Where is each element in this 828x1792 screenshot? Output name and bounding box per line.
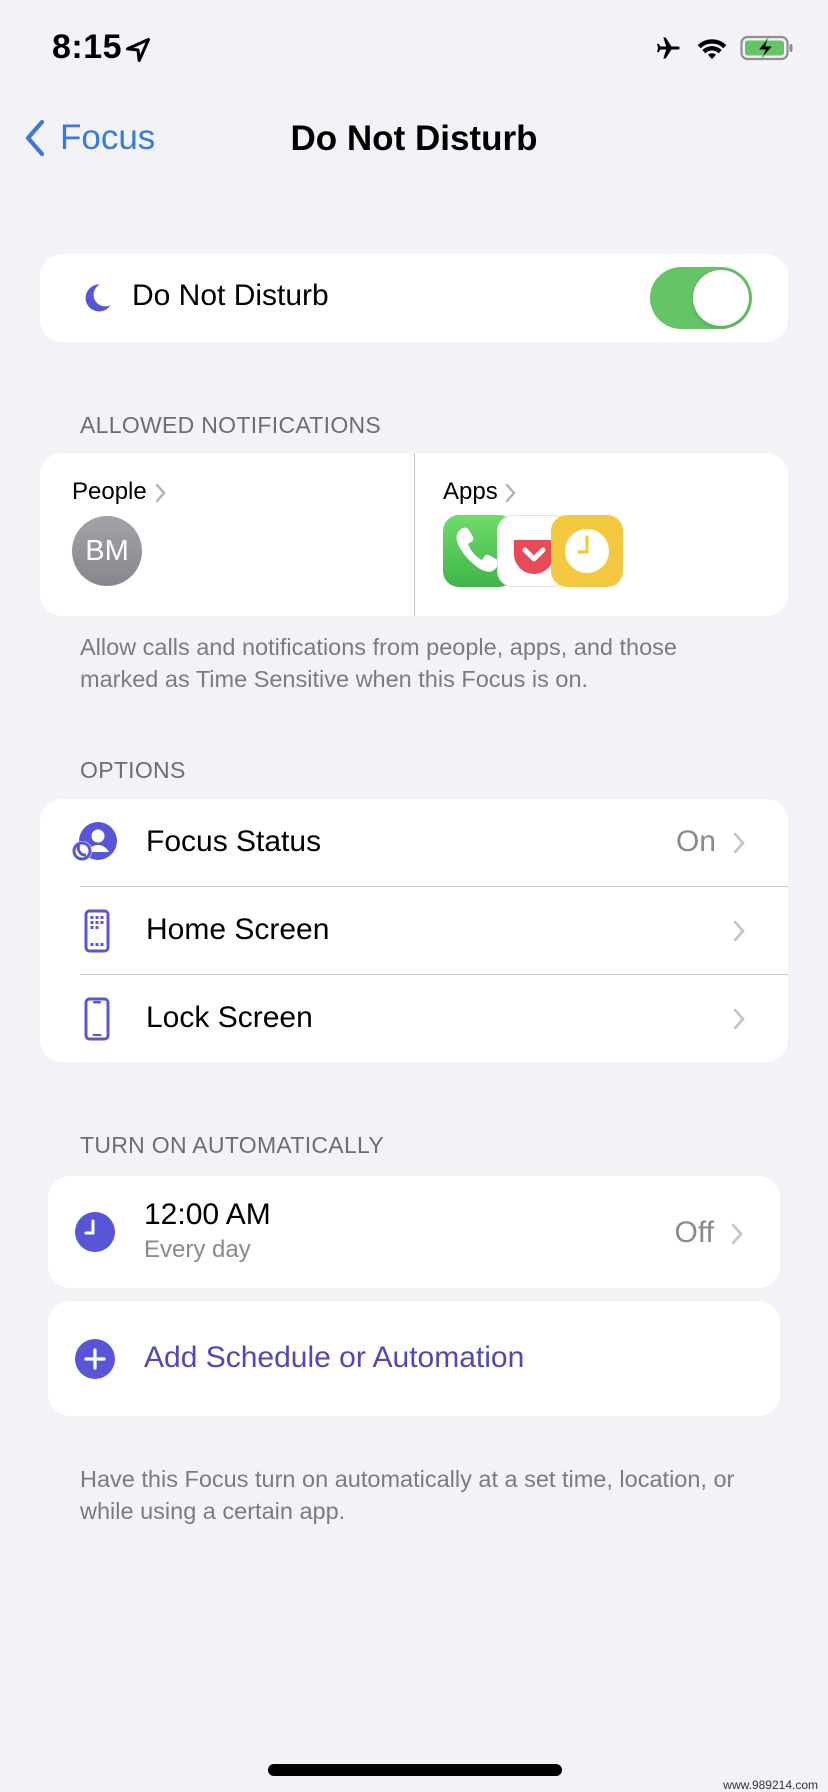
schedule-repeat: Every day (144, 1236, 251, 1263)
schedule-card[interactable]: 12:00 AM Every day Off (48, 1176, 780, 1288)
focus-toggle-card: Do Not Disturb (40, 254, 788, 342)
moon-icon (85, 284, 111, 312)
watermark: www.989214.com (723, 1778, 818, 1792)
option-home-screen[interactable]: Home Screen (40, 887, 788, 975)
people-section[interactable]: People BM (40, 453, 414, 616)
plus-circle-icon (75, 1339, 115, 1379)
home-screen-icon (84, 909, 110, 953)
add-schedule-label: Add Schedule or Automation (144, 1341, 525, 1374)
option-label: Lock Screen (146, 1001, 313, 1034)
toggle-knob (693, 270, 749, 326)
schedule-status: Off (674, 1216, 714, 1249)
focus-status-icon (72, 822, 117, 861)
options-header: OPTIONS (80, 757, 186, 783)
people-label: People (72, 478, 147, 505)
automation-footer: Have this Focus turn on automatically at… (80, 1466, 735, 1524)
chevron-right-icon (733, 920, 745, 942)
automation-header: TURN ON AUTOMATICALLY (80, 1132, 385, 1158)
add-schedule-button[interactable]: Add Schedule or Automation (48, 1301, 780, 1416)
home-indicator[interactable] (268, 1764, 562, 1776)
chevron-right-icon (733, 1008, 745, 1030)
allowed-notifications-card: People BM Apps (40, 453, 788, 616)
allowed-notifications-header: ALLOWED NOTIFICATIONS (80, 412, 382, 438)
option-label: Focus Status (146, 825, 322, 858)
clock-icon (75, 1212, 115, 1252)
chevron-right-icon (155, 483, 166, 503)
status-time: 8:15 (52, 28, 123, 66)
chevron-right-icon (733, 832, 745, 854)
apps-label: Apps (443, 478, 498, 505)
wifi-icon (697, 39, 727, 60)
clock-app-icon (551, 515, 623, 587)
do-not-disturb-toggle[interactable] (650, 267, 752, 329)
avatar[interactable]: BM (72, 516, 142, 586)
airplane-icon (656, 37, 680, 59)
chevron-right-icon (505, 483, 516, 503)
schedule-time: 12:00 AM (144, 1198, 271, 1231)
allowed-notifications-footer: Allow calls and notifications from peopl… (80, 634, 677, 692)
option-lock-screen[interactable]: Lock Screen (40, 975, 788, 1062)
option-value: On (675, 825, 716, 858)
options-card: Focus Status On Home Screen Lock Screen (40, 799, 788, 1062)
lock-screen-icon (84, 997, 110, 1041)
option-focus-status[interactable]: Focus Status On (40, 799, 788, 887)
focus-toggle-label: Do Not Disturb (132, 279, 329, 312)
battery-charging-icon (740, 35, 793, 61)
page-title: Do Not Disturb (290, 119, 538, 158)
status-icons (652, 34, 794, 62)
chevron-right-icon (731, 1223, 743, 1245)
option-label: Home Screen (146, 913, 330, 946)
apps-section[interactable]: Apps (415, 453, 788, 616)
location-arrow-icon (125, 37, 151, 63)
